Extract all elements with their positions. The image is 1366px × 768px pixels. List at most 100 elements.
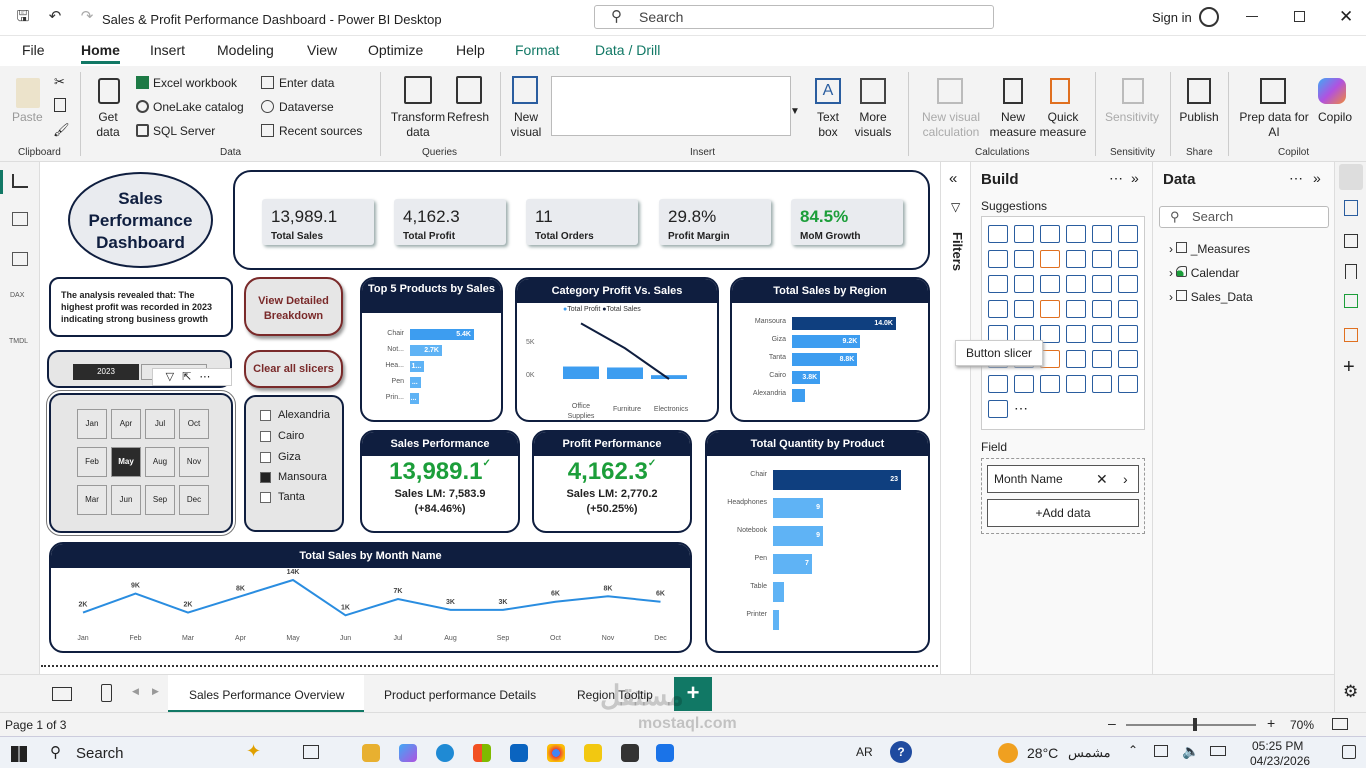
copilot-sparkle-icon[interactable]: ✦ [246,741,261,762]
zoom-in-icon[interactable]: + [1267,715,1275,731]
kpi-card[interactable]: 4,162.3 Total Profit [394,199,506,245]
category-profit-sales-chart[interactable]: Category Profit Vs. Sales ●Total Profit … [515,277,719,422]
visual-type-icon[interactable] [1092,350,1112,368]
gallery-expand-icon[interactable]: ▼ [790,106,800,117]
menu-file[interactable]: File [22,42,45,58]
start-icon[interactable] [11,746,27,762]
kpi-card[interactable]: 29.8% Profit Margin [659,199,771,245]
visual-type-icon[interactable] [1040,225,1060,243]
month-button[interactable]: Feb [77,447,107,477]
visual-type-icon[interactable] [1066,275,1086,293]
visual-type-icon[interactable] [1118,275,1138,293]
month-button[interactable]: Sep [145,485,175,515]
visual-header-toolbar[interactable]: ▽⇱⋯ [152,368,232,386]
top5-products-chart[interactable]: Top 5 Products by Sales Chair 5.4K Not... 2… [360,277,503,422]
visual-type-icon[interactable] [988,300,1008,318]
paste-button[interactable]: Paste [12,110,43,125]
month-button[interactable]: Apr [111,409,141,439]
menu-modeling[interactable]: Modeling [217,42,274,58]
visual-type-icon[interactable] [1066,325,1086,343]
month-button[interactable]: Oct [179,409,209,439]
visual-type-icon[interactable] [1092,375,1112,393]
new-visual-calculation-button[interactable]: New visual calculation [916,110,986,140]
report-view-icon[interactable] [12,174,28,188]
tab-next-icon[interactable]: ▶ [152,686,159,697]
notification-icon[interactable] [1342,745,1356,759]
sensitivity-button[interactable]: Sensitivity [1102,110,1162,125]
page-tab[interactable]: Sales Performance Overview [189,688,344,702]
bookmark-icon[interactable] [1345,264,1357,279]
visual-type-icon[interactable] [1118,350,1138,368]
collapse-icon[interactable]: » [1313,170,1321,186]
add-pane-icon[interactable]: + [1343,356,1355,379]
bar[interactable]: 9 [773,498,824,518]
page-tab[interactable]: Product performance Details [384,688,536,702]
search-box[interactable]: ⚲ Search [594,5,994,29]
visual-type-icon[interactable] [1040,300,1060,318]
visual-type-icon[interactable] [1092,325,1112,343]
bar[interactable]: ... [410,393,420,404]
year-button[interactable]: 2023 [73,364,139,380]
visual-type-icon[interactable] [1092,275,1112,293]
visual-type-icon[interactable] [988,275,1008,293]
minimize-icon[interactable] [1246,16,1258,17]
store-icon[interactable] [473,744,491,762]
tray-chevron-icon[interactable]: ⌃ [1128,743,1138,757]
meet-icon[interactable] [656,744,674,762]
more-visuals-button[interactable]: More visuals [848,110,898,140]
dataverse-button[interactable]: Dataverse [279,100,334,115]
region-checkbox[interactable] [260,492,271,503]
format-pane-icon[interactable] [1344,234,1358,248]
bar[interactable]: 1... [410,361,425,372]
chevron-left-icon[interactable]: « [949,170,957,187]
transform-data-button[interactable]: Transform data [390,110,446,140]
refresh-button[interactable]: Refresh [447,110,489,125]
kpi-card[interactable]: 84.5% MoM Growth [791,199,903,245]
visual-type-icon[interactable] [1014,300,1034,318]
visual-type-icon[interactable] [1118,225,1138,243]
menu-help[interactable]: Help [456,42,485,58]
chevron-right-icon[interactable]: › [1123,466,1128,492]
month-button[interactable]: Jul [145,409,175,439]
bar[interactable] [773,610,779,630]
copilot-button[interactable]: Copilo [1312,110,1358,125]
performance-pane-icon[interactable] [1344,328,1358,342]
settings-gear-icon[interactable]: ⚙ [1343,682,1358,702]
publish-button[interactable]: Publish [1177,110,1221,125]
file-explorer-icon[interactable] [362,744,380,762]
enter-data-button[interactable]: Enter data [279,76,334,91]
sales-by-month-chart[interactable]: Total Sales by Month Name 2K Jan 9K Feb 2K Ma… [49,542,692,653]
account-icon[interactable] [1199,7,1219,27]
more-visuals-icon[interactable]: ⋯ [1014,400,1034,418]
text-box-button[interactable]: Text box [808,110,848,140]
visual-type-icon[interactable] [1040,350,1060,368]
get-data-button[interactable]: Get data [88,110,128,140]
visual-type-icon[interactable] [1066,375,1086,393]
sales-by-region-chart[interactable]: Total Sales by Region Mansoura 14.0K Giza 9… [730,277,930,422]
region-checkbox-checked[interactable] [260,472,271,483]
menu-format[interactable]: Format [515,42,559,58]
chrome-icon[interactable] [547,744,565,762]
format-painter-icon[interactable]: 🖌 [53,122,70,138]
visual-type-icon[interactable] [1092,225,1112,243]
field-chip[interactable]: Month Name ✕ › [987,465,1139,493]
visual-type-icon[interactable] [988,250,1008,268]
visual-type-icon[interactable] [1066,225,1086,243]
mobile-layout-icon[interactable] [101,684,112,702]
powerbi-icon[interactable] [584,744,602,762]
prep-data-button[interactable]: Prep data for AI [1236,110,1312,140]
build-pane-icon[interactable] [1344,200,1358,216]
dax-query-icon[interactable]: DAX [10,292,24,299]
bar[interactable]: 9 [773,526,824,546]
clear-slicers-button[interactable]: Clear all slicers [244,350,343,388]
collapse-icon[interactable]: » [1131,170,1139,186]
visual-type-icon[interactable] [1014,375,1034,393]
bar[interactable]: 5.4K [410,329,474,340]
zoom-slider-handle[interactable] [1193,718,1197,731]
region-checkbox[interactable] [260,410,271,421]
bar[interactable]: 7 [773,554,812,574]
month-button[interactable]: Mar [77,485,107,515]
volume-icon[interactable]: 🔈 [1182,743,1199,760]
sign-in-link[interactable]: Sign in [1152,10,1192,25]
remove-icon[interactable]: ✕ [1096,466,1108,492]
